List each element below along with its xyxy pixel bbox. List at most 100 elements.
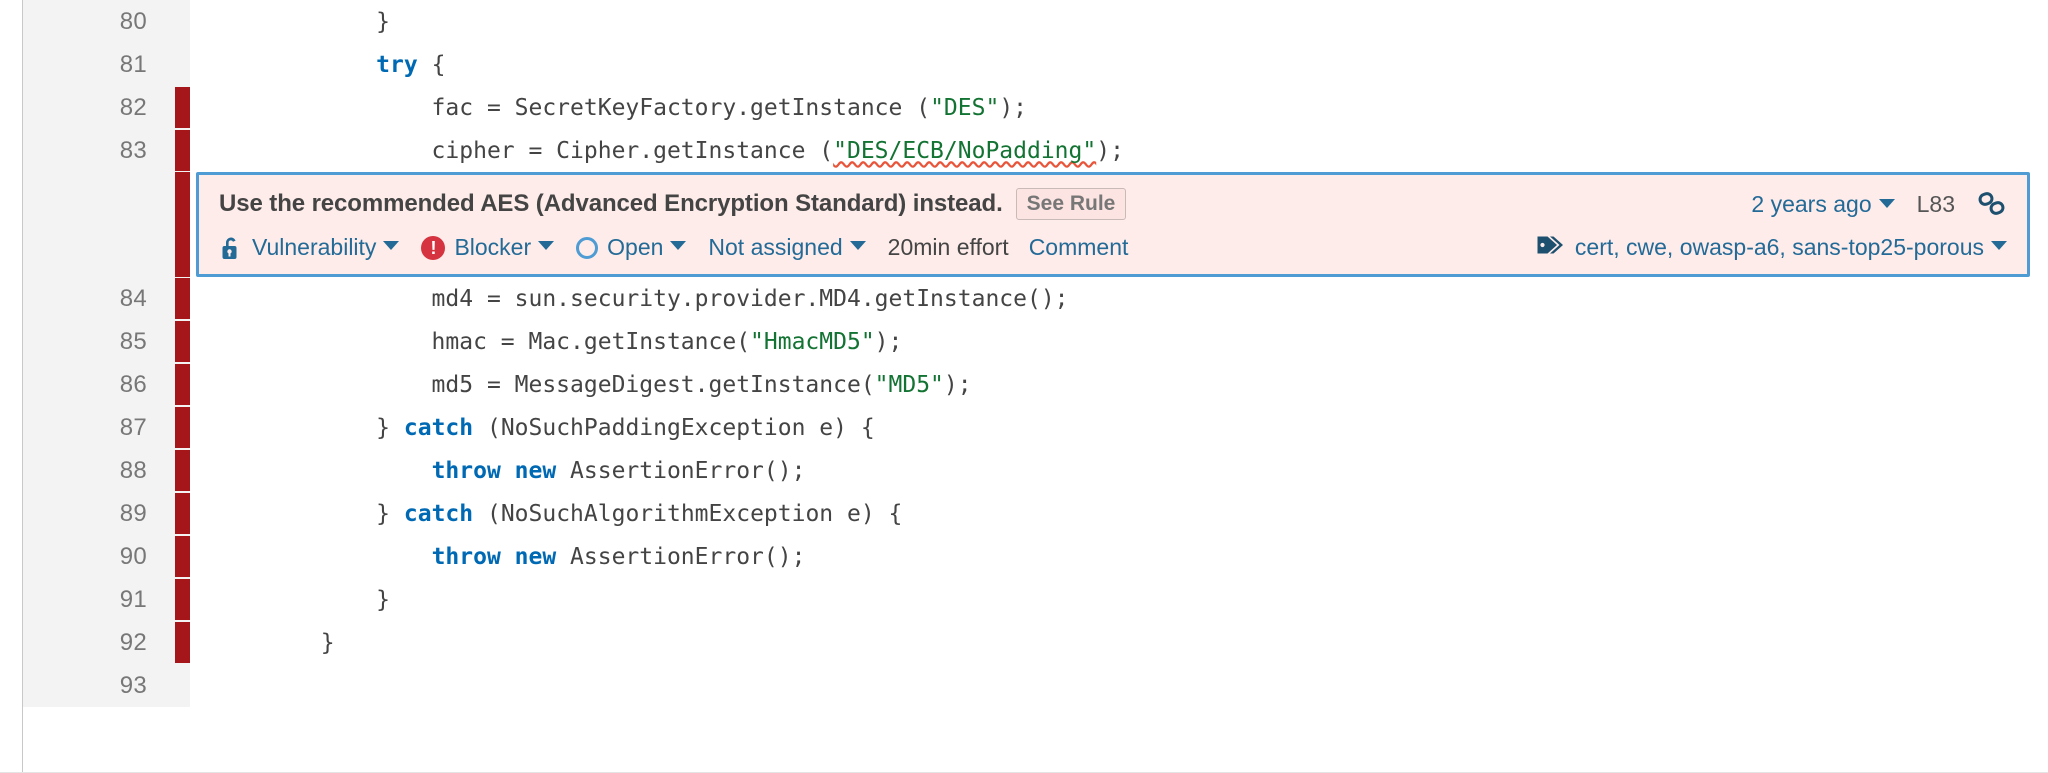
line-number: 91: [120, 586, 147, 614]
issue-severity-dropdown[interactable]: !Blocker: [421, 234, 554, 261]
code-line-content: } catch (NoSuchAlgorithmException e) {: [190, 492, 2048, 535]
uncovered-coverage-bar[interactable]: [175, 407, 190, 448]
line-gutter[interactable]: 87: [23, 406, 190, 449]
line-gutter[interactable]: 83: [23, 129, 190, 172]
uncovered-coverage-bar[interactable]: [175, 321, 190, 362]
code-line: 93: [23, 664, 2048, 707]
code-line-content: cipher = Cipher.getInstance ("DES/ECB/No…: [190, 129, 2048, 172]
line-number: 92: [120, 629, 147, 657]
code-line: 88 throw new AssertionError();: [23, 449, 2048, 492]
issue-type-dropdown[interactable]: Vulnerability: [219, 234, 399, 261]
line-number: 87: [120, 414, 147, 442]
line-gutter[interactable]: 88: [23, 449, 190, 492]
code-text: md5 = MessageDigest.getInstance(: [210, 372, 875, 398]
issue-banner-row: Use the recommended AES (Advanced Encryp…: [23, 172, 2048, 277]
code-line: 81 try {: [23, 43, 2048, 86]
code-line-content: }: [190, 578, 2048, 621]
line-number: 89: [120, 500, 147, 528]
issue-header-row: Use the recommended AES (Advanced Encryp…: [219, 188, 2007, 220]
uncovered-coverage-bar[interactable]: [175, 172, 190, 277]
line-number: 85: [120, 328, 147, 356]
uncovered-coverage-bar[interactable]: [175, 364, 190, 405]
line-gutter[interactable]: 80: [23, 0, 190, 43]
line-number: 84: [120, 285, 147, 313]
see-rule-button[interactable]: See Rule: [1016, 188, 1127, 220]
chevron-down-icon: [850, 241, 866, 250]
code-text: fac = SecretKeyFactory.getInstance (: [210, 95, 930, 121]
issue-message: Use the recommended AES (Advanced Encryp…: [219, 190, 1003, 218]
code-text: }: [210, 501, 404, 527]
code-text: AssertionError();: [556, 544, 805, 570]
uncovered-coverage-bar[interactable]: [175, 87, 190, 128]
issue-status-dropdown[interactable]: Open: [576, 234, 686, 261]
code-string: "MD5": [875, 372, 944, 398]
code-line: 86 md5 = MessageDigest.getInstance("MD5"…: [23, 363, 2048, 406]
code-keyword: try: [376, 52, 418, 78]
issue-effort: 20min effort: [888, 234, 1009, 261]
line-gutter[interactable]: 81: [23, 43, 190, 86]
code-text: );: [875, 329, 903, 355]
coverage-bar-empty[interactable]: [175, 665, 190, 706]
line-number: 80: [120, 8, 147, 36]
issue-age-label: 2 years ago: [1751, 191, 1871, 217]
code-line-content: }: [190, 621, 2048, 664]
code-line: 80 }: [23, 0, 2048, 43]
issue-meta-row: Vulnerability !Blocker Open Not assigned 20m…: [219, 233, 2007, 262]
line-gutter[interactable]: 85: [23, 320, 190, 363]
line-gutter[interactable]: 84: [23, 277, 190, 320]
code-line-content: md4 = sun.security.provider.MD4.getInsta…: [190, 277, 2048, 320]
code-line-content: } catch (NoSuchPaddingException e) {: [190, 406, 2048, 449]
link-chain-icon[interactable]: [1977, 191, 2007, 217]
issue-tags-dropdown[interactable]: cert, cwe, owasp-a6, sans-top25-porous: [1536, 233, 2007, 262]
uncovered-coverage-bar[interactable]: [175, 493, 190, 534]
code-line: 85 hmac = Mac.getInstance("HmacMD5");: [23, 320, 2048, 363]
code-text: }: [210, 415, 404, 441]
uncovered-coverage-bar[interactable]: [175, 130, 190, 171]
line-gutter[interactable]: 91: [23, 578, 190, 621]
source-code-viewer-page: 80 }81 try {82 fac = SecretKeyFactory.ge…: [0, 0, 2048, 773]
code-text: );: [999, 95, 1027, 121]
issue-comment-button[interactable]: Comment: [1029, 234, 1129, 261]
uncovered-coverage-bar[interactable]: [175, 278, 190, 319]
coverage-bar-empty[interactable]: [175, 44, 190, 85]
issue-banner-body: Use the recommended AES (Advanced Encryp…: [190, 172, 2048, 277]
code-line-content: fac = SecretKeyFactory.getInstance ("DES…: [190, 86, 2048, 129]
code-keyword: throw new: [432, 544, 557, 570]
uncovered-coverage-bar[interactable]: [175, 536, 190, 577]
issue-line-reference: L83: [1917, 191, 1955, 218]
code-string: "HmacMD5": [750, 329, 875, 355]
issue-assignee-dropdown[interactable]: Not assigned: [708, 234, 865, 261]
coverage-bar-empty[interactable]: [175, 1, 190, 42]
code-text: }: [210, 587, 390, 613]
code-line: 84 md4 = sun.security.provider.MD4.getIn…: [23, 277, 2048, 320]
line-gutter[interactable]: 82: [23, 86, 190, 129]
issue-tags-label: cert, cwe, owasp-a6, sans-top25-porous: [1575, 234, 1984, 261]
code-keyword: catch: [404, 501, 473, 527]
code-text: [210, 458, 432, 484]
issue-age-dropdown[interactable]: 2 years ago: [1751, 191, 1894, 218]
issue-assignee-label: Not assigned: [708, 234, 842, 261]
line-gutter[interactable]: 86: [23, 363, 190, 406]
chevron-down-icon: [383, 241, 399, 250]
uncovered-coverage-bar[interactable]: [175, 579, 190, 620]
open-lock-icon: [219, 235, 243, 261]
code-string: "DES": [930, 95, 999, 121]
uncovered-coverage-bar[interactable]: [175, 622, 190, 663]
line-gutter[interactable]: 89: [23, 492, 190, 535]
uncovered-coverage-bar[interactable]: [175, 450, 190, 491]
code-text: md4 = sun.security.provider.MD4.getInsta…: [210, 286, 1069, 312]
code-text: [210, 52, 376, 78]
code-text: (NoSuchAlgorithmException e) {: [473, 501, 902, 527]
code-text: );: [1096, 138, 1124, 164]
line-gutter[interactable]: 93: [23, 664, 190, 707]
line-number: 82: [120, 94, 147, 122]
line-gutter[interactable]: 90: [23, 535, 190, 578]
issue-banner: Use the recommended AES (Advanced Encryp…: [196, 172, 2030, 277]
code-string-flagged: "DES/ECB/NoPadding": [833, 138, 1096, 164]
source-lines-container: 80 }81 try {82 fac = SecretKeyFactory.ge…: [23, 0, 2048, 773]
code-text: cipher = Cipher.getInstance (: [210, 138, 833, 164]
line-gutter[interactable]: 92: [23, 621, 190, 664]
code-line-content: throw new AssertionError();: [190, 535, 2048, 578]
code-line-content: throw new AssertionError();: [190, 449, 2048, 492]
code-text: );: [944, 372, 972, 398]
